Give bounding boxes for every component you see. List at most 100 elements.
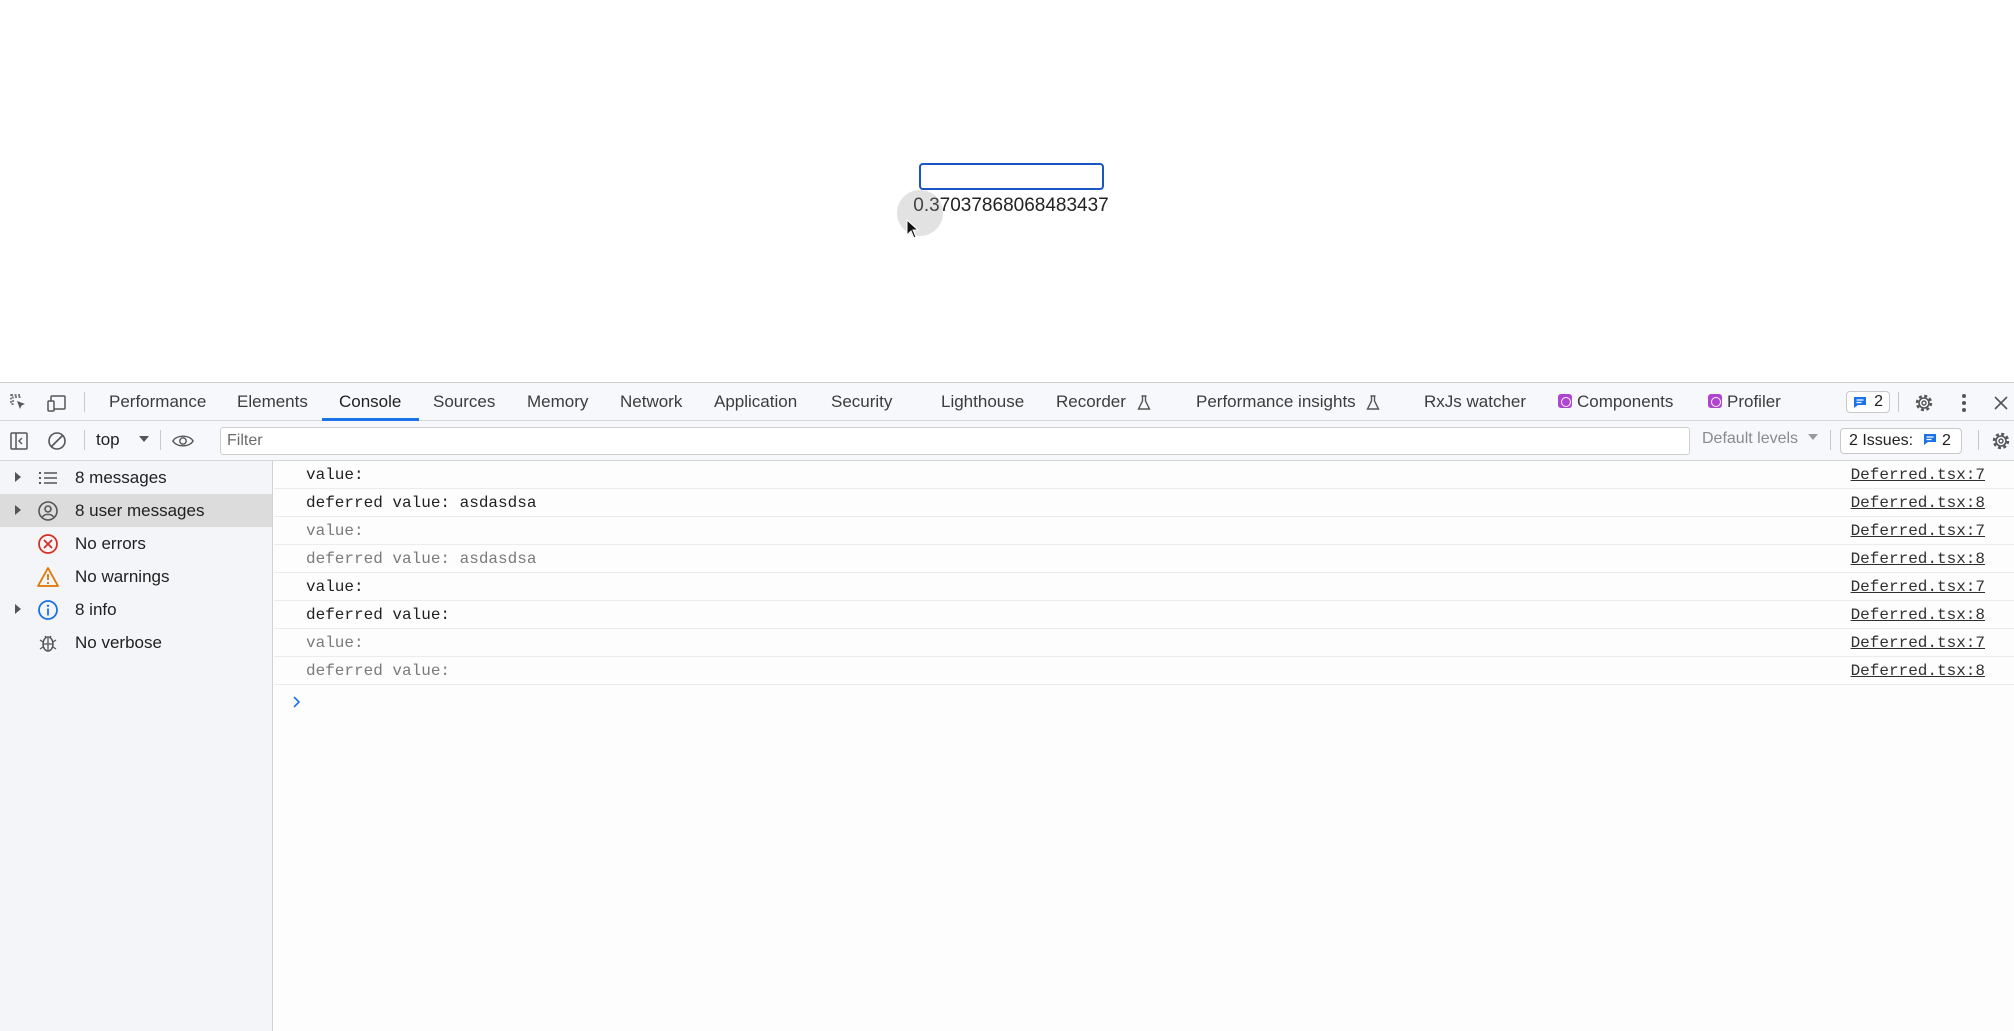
issues-button[interactable]: 2 Issues: 2 — [1840, 428, 1962, 454]
tab-components[interactable]: Components — [1558, 383, 1673, 421]
console-message: deferred value: asdasdsa Deferred.tsx:8 — [274, 545, 2014, 573]
filter-input[interactable] — [220, 427, 1690, 455]
sidebar-item-info[interactable]: 8 info — [0, 593, 272, 626]
message-text: value: — [306, 634, 364, 652]
console-message: deferred value: Deferred.tsx:8 — [274, 657, 2014, 685]
message-text: deferred value: — [306, 662, 451, 680]
log-levels-value: Default levels — [1702, 430, 1799, 447]
page-viewport: 0.37037868068483437 — [0, 0, 2014, 382]
error-icon — [36, 533, 60, 555]
issues-label: 2 Issues: — [1849, 432, 1914, 449]
message-text: value: — [306, 466, 364, 484]
tab-memory[interactable]: Memory — [527, 383, 588, 421]
device-toolbar-icon[interactable] — [46, 392, 68, 414]
messages-badge[interactable]: 2 — [1846, 391, 1890, 413]
live-expression-eye-icon[interactable] — [172, 430, 194, 452]
source-link[interactable]: Deferred.tsx:8 — [1851, 606, 1985, 624]
toolbar-divider — [1978, 430, 1979, 450]
source-link[interactable]: Deferred.tsx:8 — [1851, 662, 1985, 680]
sidebar-item-label: 8 user messages — [75, 501, 205, 520]
tab-performance-insights[interactable]: Performance insights — [1196, 383, 1381, 421]
source-link[interactable]: Deferred.tsx:7 — [1851, 522, 1985, 540]
tab-recorder[interactable]: Recorder — [1056, 383, 1151, 421]
tab-recorder-label: Recorder — [1056, 392, 1126, 411]
cursor-highlight — [897, 190, 943, 236]
sidebar-item-label: No warnings — [75, 567, 170, 586]
message-text: value: — [306, 522, 364, 540]
react-icon — [1558, 394, 1572, 408]
console-sidebar: 8 messages 8 user messages No errors No … — [0, 461, 273, 1031]
message-icon — [1854, 397, 1866, 408]
console-messages: value: Deferred.tsx:7 deferred value: as… — [274, 461, 2014, 1031]
expand-arrow-icon[interactable] — [14, 471, 22, 483]
message-text: deferred value: asdasdsa — [306, 494, 537, 512]
warning-icon — [36, 566, 60, 588]
tab-profiler[interactable]: Profiler — [1708, 383, 1781, 421]
console-message: deferred value: asdasdsa Deferred.tsx:8 — [274, 489, 2014, 517]
message-text: value: — [306, 578, 364, 596]
log-levels-dropdown[interactable]: Default levels — [1702, 430, 1819, 448]
user-icon — [36, 500, 60, 522]
sidebar-item-user-messages[interactable]: 8 user messages — [0, 494, 272, 527]
source-link[interactable]: Deferred.tsx:7 — [1851, 578, 1985, 596]
more-options-icon[interactable] — [1953, 392, 1975, 414]
issues-count: 2 — [1941, 432, 1951, 449]
tab-console[interactable]: Console — [339, 383, 401, 421]
toolbar-divider — [1830, 430, 1831, 450]
dropdown-arrow-icon — [139, 436, 150, 442]
tab-network[interactable]: Network — [620, 383, 682, 421]
text-input[interactable] — [919, 163, 1104, 190]
clear-console-icon[interactable] — [46, 430, 68, 452]
tab-application[interactable]: Application — [714, 383, 797, 421]
source-link[interactable]: Deferred.tsx:8 — [1851, 550, 1985, 568]
sidebar-item-verbose[interactable]: No verbose — [0, 626, 272, 659]
toolbar-divider — [84, 392, 85, 412]
messages-badge-count: 2 — [1874, 393, 1883, 410]
mouse-cursor-icon — [906, 219, 920, 239]
sidebar-item-label: 8 info — [75, 600, 117, 619]
tab-security[interactable]: Security — [831, 383, 892, 421]
bug-icon — [36, 632, 60, 654]
sidebar-item-messages[interactable]: 8 messages — [0, 461, 272, 494]
source-link[interactable]: Deferred.tsx:7 — [1851, 634, 1985, 652]
sidebar-item-warnings[interactable]: No warnings — [0, 560, 272, 593]
console-settings-gear-icon[interactable] — [1990, 430, 2012, 452]
expand-arrow-icon[interactable] — [14, 603, 22, 615]
tab-components-label: Components — [1577, 392, 1674, 411]
toolbar-divider — [84, 430, 85, 450]
toolbar-divider — [1898, 392, 1899, 412]
tab-profiler-label: Profiler — [1727, 392, 1781, 411]
experimental-flask-icon — [1137, 394, 1151, 410]
settings-gear-icon[interactable] — [1913, 392, 1935, 414]
console-message: deferred value: Deferred.tsx:8 — [274, 601, 2014, 629]
tab-sources[interactable]: Sources — [433, 383, 495, 421]
react-icon — [1708, 394, 1722, 408]
sidebar-item-label: 8 messages — [75, 468, 167, 487]
list-icon — [36, 467, 60, 489]
sidebar-item-label: No errors — [75, 534, 146, 553]
console-toolbar: top Default levels 2 Issues: 2 — [0, 421, 2014, 461]
console-prompt-chevron-icon[interactable] — [292, 695, 302, 709]
sidebar-toggle-icon[interactable] — [8, 430, 30, 452]
tab-elements[interactable]: Elements — [237, 383, 308, 421]
console-message: value: Deferred.tsx:7 — [274, 461, 2014, 489]
devtools-tab-bar: Performance Elements Console Sources Mem… — [0, 383, 2014, 421]
experimental-flask-icon — [1366, 394, 1381, 410]
console-message: value: Deferred.tsx:7 — [274, 573, 2014, 601]
sidebar-item-label: No verbose — [75, 633, 162, 652]
sidebar-item-errors[interactable]: No errors — [0, 527, 272, 560]
context-selector-value: top — [96, 430, 120, 449]
tab-performance[interactable]: Performance — [109, 383, 206, 421]
console-message: value: Deferred.tsx:7 — [274, 517, 2014, 545]
context-selector[interactable]: top — [96, 430, 150, 450]
message-text: deferred value: asdasdsa — [306, 550, 537, 568]
source-link[interactable]: Deferred.tsx:8 — [1851, 494, 1985, 512]
inspect-element-icon[interactable] — [8, 392, 30, 414]
tab-lighthouse[interactable]: Lighthouse — [941, 383, 1024, 421]
expand-arrow-icon[interactable] — [14, 504, 22, 516]
toolbar-divider — [160, 430, 161, 450]
close-icon[interactable] — [1990, 392, 2012, 414]
source-link[interactable]: Deferred.tsx:7 — [1851, 466, 1985, 484]
tab-rxjs-watcher[interactable]: RxJs watcher — [1424, 383, 1526, 421]
info-icon — [36, 599, 60, 621]
